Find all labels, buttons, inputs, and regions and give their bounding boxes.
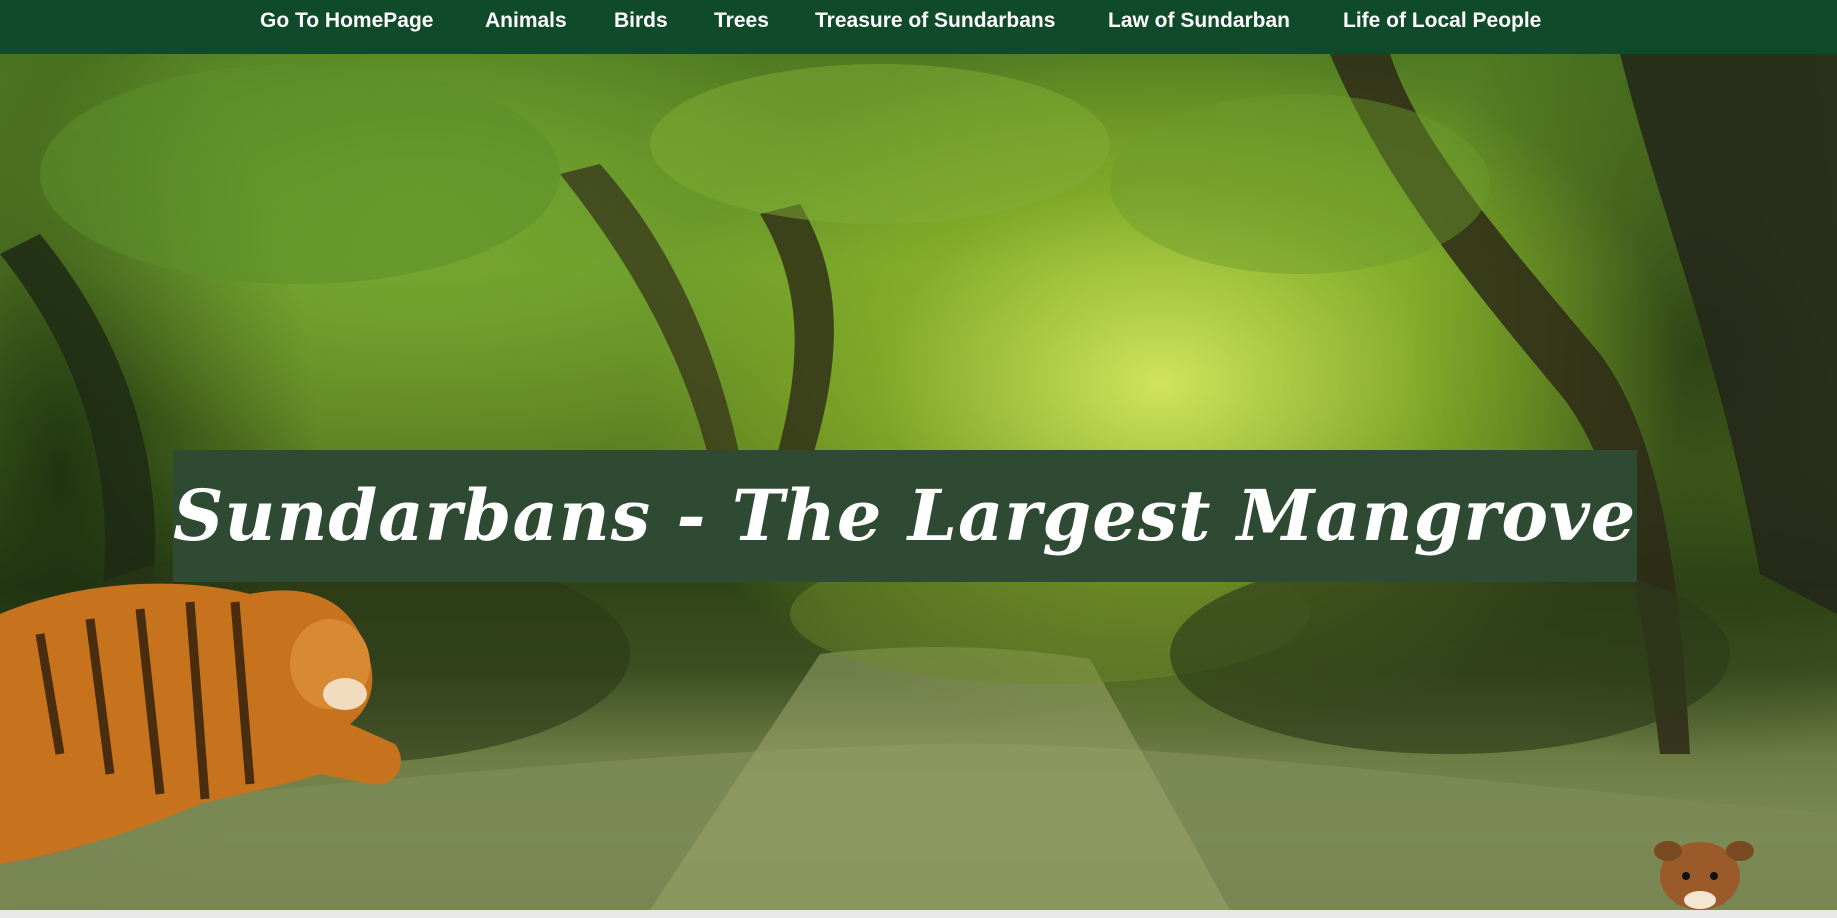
- page-bottom-edge: [0, 910, 1837, 918]
- nav-link-animals[interactable]: Animals: [485, 9, 567, 33]
- nav-link-homepage[interactable]: Go To HomePage: [260, 9, 433, 33]
- hero-title: Sundarbans - The Largest Mangrove Forest: [173, 474, 1637, 557]
- nav-link-birds[interactable]: Birds: [614, 9, 668, 33]
- nav-link-law[interactable]: Law of Sundarban: [1108, 9, 1290, 33]
- nav-link-local-people[interactable]: Life of Local People: [1343, 9, 1541, 33]
- nav-link-trees[interactable]: Trees: [714, 9, 769, 33]
- hero-title-banner: Sundarbans - The Largest Mangrove Forest: [173, 450, 1637, 582]
- top-navbar: Go To HomePage Animals Birds Trees Treas…: [0, 0, 1837, 54]
- nav-link-treasure[interactable]: Treasure of Sundarbans: [815, 9, 1055, 33]
